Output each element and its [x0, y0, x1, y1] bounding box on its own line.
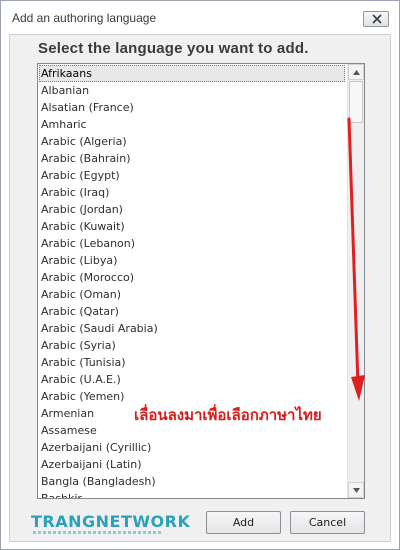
cancel-button[interactable]: Cancel [290, 511, 365, 534]
list-item-arabic-tunisia[interactable]: Arabic (Tunisia) [39, 354, 345, 371]
list-item-afrikaans[interactable]: Afrikaans [39, 65, 345, 82]
language-listbox[interactable]: Afrikaans Albanian Alsatian (France) Amhari… [37, 63, 365, 499]
list-item-arabic-bahrain[interactable]: Arabic (Bahrain) [39, 150, 345, 167]
watermark-underline [33, 531, 163, 534]
list-item-amharic[interactable]: Amharic [39, 116, 345, 133]
list-item-arabic-algeria[interactable]: Arabic (Algeria) [39, 133, 345, 150]
add-button[interactable]: Add [206, 511, 281, 534]
language-list: Afrikaans Albanian Alsatian (France) Amhari… [38, 64, 346, 498]
scroll-hint-annotation: เลื่อนลงมาเพื่อเลือกภาษาไทย [134, 406, 322, 424]
list-item-arabic-jordan[interactable]: Arabic (Jordan) [39, 201, 345, 218]
instruction-text: Select the language you want to add. [38, 40, 309, 57]
list-item-arabic-iraq[interactable]: Arabic (Iraq) [39, 184, 345, 201]
list-item-albanian[interactable]: Albanian [39, 82, 345, 99]
close-icon [372, 14, 382, 24]
list-item-azerbaijani-cyrillic[interactable]: Azerbaijani (Cyrillic) [39, 439, 345, 456]
scroll-down-button[interactable] [348, 482, 364, 498]
list-item-arabic-qatar[interactable]: Arabic (Qatar) [39, 303, 345, 320]
list-item-arabic-egypt[interactable]: Arabic (Egypt) [39, 167, 345, 184]
list-item-arabic-libya[interactable]: Arabic (Libya) [39, 252, 345, 269]
arrow-up-icon [353, 70, 360, 75]
dialog-title: Add an authoring language [12, 11, 157, 25]
scroll-up-button[interactable] [348, 64, 364, 80]
list-item-bangla-bangladesh[interactable]: Bangla (Bangladesh) [39, 473, 345, 490]
list-item-arabic-saudi-arabia[interactable]: Arabic (Saudi Arabia) [39, 320, 345, 337]
list-item-arabic-oman[interactable]: Arabic (Oman) [39, 286, 345, 303]
list-item-arabic-lebanon[interactable]: Arabic (Lebanon) [39, 235, 345, 252]
list-item-arabic-u-a-e[interactable]: Arabic (U.A.E.) [39, 371, 345, 388]
close-button[interactable] [363, 11, 389, 27]
title-bar: Add an authoring language [1, 1, 399, 34]
list-item-arabic-syria[interactable]: Arabic (Syria) [39, 337, 345, 354]
dialog-window: Add an authoring language Select the lan… [0, 0, 400, 550]
dialog-body: Select the language you want to add. Afr… [9, 34, 391, 542]
red-arrow-icon [347, 117, 365, 401]
list-item-arabic-morocco[interactable]: Arabic (Morocco) [39, 269, 345, 286]
list-item-azerbaijani-latin[interactable]: Azerbaijani (Latin) [39, 456, 345, 473]
list-item-arabic-kuwait[interactable]: Arabic (Kuwait) [39, 218, 345, 235]
list-item-bashkir[interactable]: Bashkir [39, 490, 345, 498]
arrow-down-icon [353, 488, 360, 493]
watermark-logo: TRANGNETWORK [31, 512, 191, 531]
list-item-alsatian-france[interactable]: Alsatian (France) [39, 99, 345, 116]
